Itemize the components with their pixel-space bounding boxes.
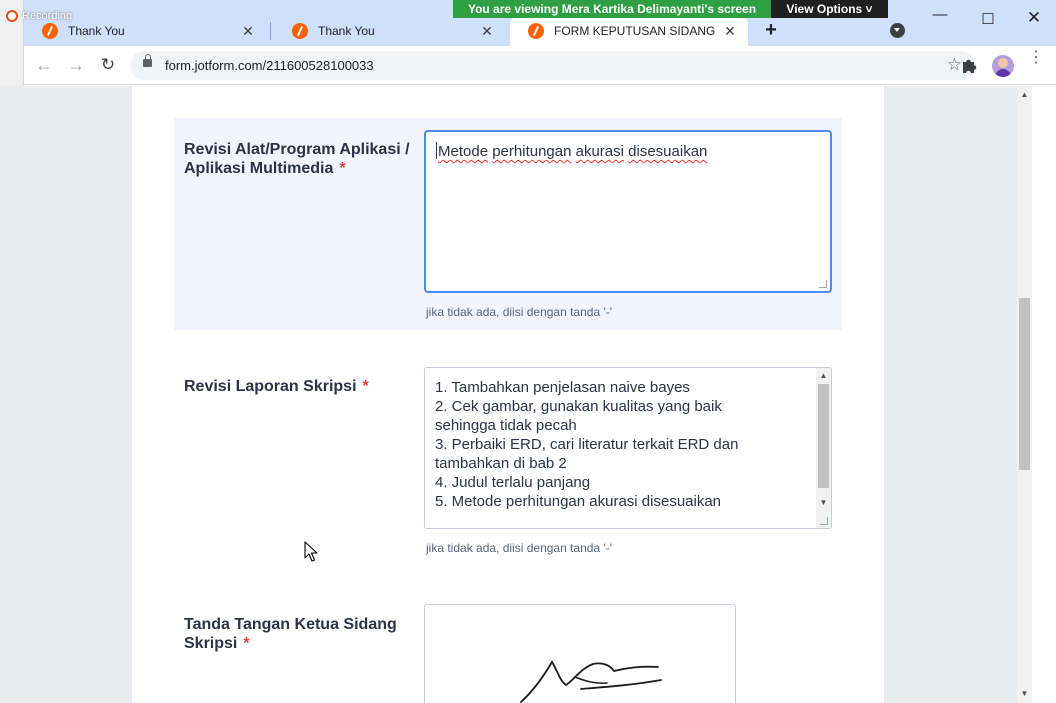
tab-label: Thank You	[68, 24, 125, 38]
browser-toolbar: ← → ↻ form.jotform.com/211600528100033 ☆…	[24, 46, 1056, 85]
sublabel: jika tidak ada, diisi dengan tanda '-'	[426, 541, 613, 555]
tab-label: FORM KEPUTUSAN SIDANG	[554, 24, 716, 38]
chevron-down-icon[interactable]	[890, 23, 905, 38]
required-marker: *	[243, 635, 250, 652]
minimize-button[interactable]: —	[930, 6, 950, 23]
scroll-down-arrow-icon[interactable]: ▼	[1017, 687, 1032, 701]
value-word: akurasi	[575, 143, 624, 160]
screen: 6 Recording You are viewing Mera Kartika…	[0, 0, 1056, 703]
reload-button[interactable]: ↻	[98, 55, 118, 75]
url-text[interactable]: form.jotform.com/211600528100033	[165, 58, 374, 73]
new-tab-button[interactable]: +	[760, 19, 782, 41]
scroll-up-arrow-icon[interactable]: ▲	[1017, 88, 1032, 102]
mouse-pointer-icon	[304, 541, 318, 562]
avatar[interactable]	[992, 55, 1014, 77]
question-revisi-laporan: Revisi Laporan Skripsi * 1. Tambahkan pen…	[174, 354, 842, 555]
close-icon[interactable]: ✕	[240, 23, 256, 40]
revisi-laporan-textarea[interactable]: 1. Tambahkan penjelasan naive bayes 2. C…	[424, 367, 832, 529]
question-label-text: Revisi Laporan Skripsi	[184, 378, 357, 395]
scroll-up-arrow-icon[interactable]: ▲	[816, 369, 831, 383]
jotform-icon	[528, 23, 544, 39]
question-label: Tanda Tangan Ketua Sidang Skripsi *	[184, 615, 414, 653]
resize-handle[interactable]	[820, 517, 828, 525]
question-label: Revisi Laporan Skripsi *	[184, 377, 416, 396]
close-icon[interactable]: ✕	[479, 23, 495, 40]
recording-label: Recording	[22, 10, 73, 22]
required-marker: *	[362, 378, 369, 395]
page-viewport: Revisi Alat/Program Aplikasi / Aplikasi …	[0, 86, 1017, 703]
scrollbar-thumb[interactable]	[818, 384, 829, 488]
lock-icon[interactable]	[143, 54, 152, 67]
value-word: perhitungan	[492, 143, 572, 160]
puzzle-icon[interactable]	[960, 57, 978, 75]
text-line: 4. Judul terlalu panjang	[435, 474, 591, 491]
recording-icon	[6, 10, 18, 22]
jotform-icon	[292, 23, 308, 39]
question-tanda-tangan: Tanda Tangan Ketua Sidang Skripsi *	[174, 591, 842, 703]
text-caret	[436, 142, 437, 159]
view-options-button[interactable]: View Options ˅	[771, 0, 888, 18]
menu-icon[interactable]: ⋮	[1028, 50, 1044, 66]
text-line: sehingga tidak pecah	[435, 417, 577, 434]
signature-drawing	[520, 660, 662, 703]
question-revisi-alat: Revisi Alat/Program Aplikasi / Aplikasi …	[174, 118, 842, 330]
address-bar[interactable]: form.jotform.com/211600528100033 ☆	[130, 51, 976, 80]
forward-button[interactable]: →	[66, 55, 86, 75]
value-word: disesuaikan	[628, 143, 708, 160]
textarea-scrollbar[interactable]: ▲ ▼	[816, 368, 831, 528]
tab-form-keputusan-sidang[interactable]: FORM KEPUTUSAN SIDANG ✕	[510, 16, 748, 46]
text-line: tambahkan di bab 2	[435, 455, 567, 472]
scroll-down-arrow-icon[interactable]: ▼	[816, 496, 831, 510]
tab-label: Thank You	[318, 24, 375, 38]
tab-separator	[270, 22, 271, 40]
question-label: Revisi Alat/Program Aplikasi / Aplikasi …	[184, 140, 416, 178]
scrollbar-thumb[interactable]	[1019, 298, 1030, 470]
question-label-text: Tanda Tangan Ketua Sidang Skripsi	[184, 616, 397, 652]
maximize-button[interactable]: ☐	[978, 10, 998, 28]
signature-pad[interactable]	[424, 604, 736, 703]
sublabel: jika tidak ada, diisi dengan tanda '-'	[426, 305, 613, 319]
value-word: Metode	[438, 143, 489, 160]
required-marker: *	[339, 160, 346, 177]
screen-share-banner: You are viewing Mera Kartika Delimayanti…	[453, 0, 771, 18]
jotform-icon	[42, 23, 58, 39]
page-scrollbar[interactable]: ▲ ▼	[1017, 86, 1032, 703]
text-line: 1. Tambahkan penjelasan naive bayes	[435, 379, 690, 396]
back-button[interactable]: ←	[34, 55, 54, 75]
close-icon[interactable]: ✕	[722, 23, 738, 40]
close-window-button[interactable]: ✕	[1024, 8, 1044, 28]
revisi-alat-textarea[interactable]: Metode perhitungan akurasi disesuaikan	[424, 130, 832, 293]
text-line: 3. Perbaiki ERD, cari literatur terkait …	[435, 436, 739, 453]
recording-indicator: Recording	[6, 10, 72, 22]
tab-thank-you-2[interactable]: Thank You ✕	[274, 16, 505, 46]
text-line: 5. Metode perhitungan akurasi disesuaika…	[435, 493, 722, 510]
text-line: 2. Cek gambar, gunakan kualitas yang bai…	[435, 398, 722, 415]
question-label-text: Revisi Alat/Program Aplikasi / Aplikasi …	[184, 141, 410, 177]
resize-handle[interactable]	[819, 280, 827, 288]
